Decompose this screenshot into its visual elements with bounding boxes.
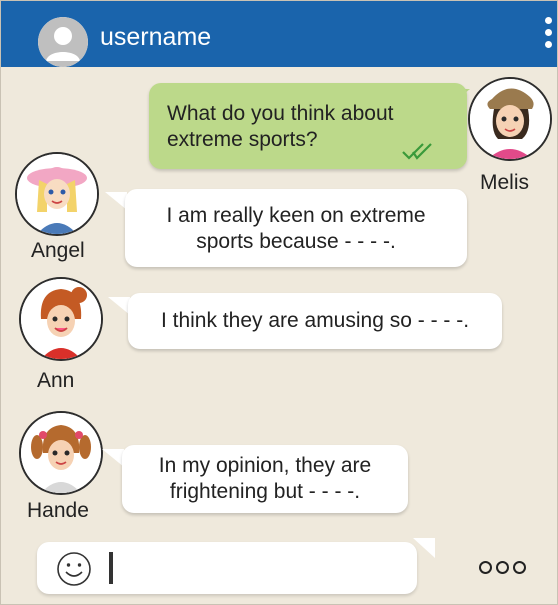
username-label: username — [100, 23, 212, 51]
message-text-line: What do you think about — [167, 102, 394, 125]
sender-name-ann: Ann — [37, 369, 75, 392]
vertical-dots-icon[interactable] — [543, 17, 553, 57]
sender-name-angel: Angel — [31, 239, 85, 262]
three-circles-icon[interactable] — [479, 561, 549, 581]
message-text-line: I am really keen on extreme — [166, 204, 426, 227]
double-check-icon — [402, 143, 432, 160]
user-silhouette-icon[interactable] — [38, 17, 88, 67]
avatar-melis — [468, 77, 552, 161]
chat-window: username What do you think about extreme… — [0, 0, 558, 605]
chat-header: username — [1, 1, 557, 67]
avatar-angel — [15, 152, 99, 236]
message-bubble-melis: What do you think about extreme sports? — [149, 83, 467, 169]
message-input[interactable] — [37, 542, 417, 594]
bubble-tail — [105, 192, 127, 210]
message-text-line: I think they are amusing so - - - -. — [160, 309, 470, 332]
sender-name-melis: Melis — [480, 171, 530, 194]
text-cursor — [109, 552, 113, 584]
smiley-icon[interactable] — [55, 550, 93, 588]
message-bubble-ann: I think they are amusing so - - - -. — [128, 293, 502, 349]
bubble-tail — [108, 297, 130, 315]
bubble-tail — [102, 449, 124, 467]
message-text-line: frightening but - - - -. — [169, 480, 361, 503]
message-bubble-hande: In my opinion, they are frightening but … — [122, 445, 408, 513]
sender-name-hande: Hande — [27, 499, 89, 522]
avatar-hande — [19, 411, 103, 495]
message-text-line: In my opinion, they are — [158, 454, 372, 477]
message-bubble-angel: I am really keen on extreme sports becau… — [125, 189, 467, 267]
message-text-line: sports because - - - -. — [196, 230, 396, 253]
avatar-ann — [19, 277, 103, 361]
